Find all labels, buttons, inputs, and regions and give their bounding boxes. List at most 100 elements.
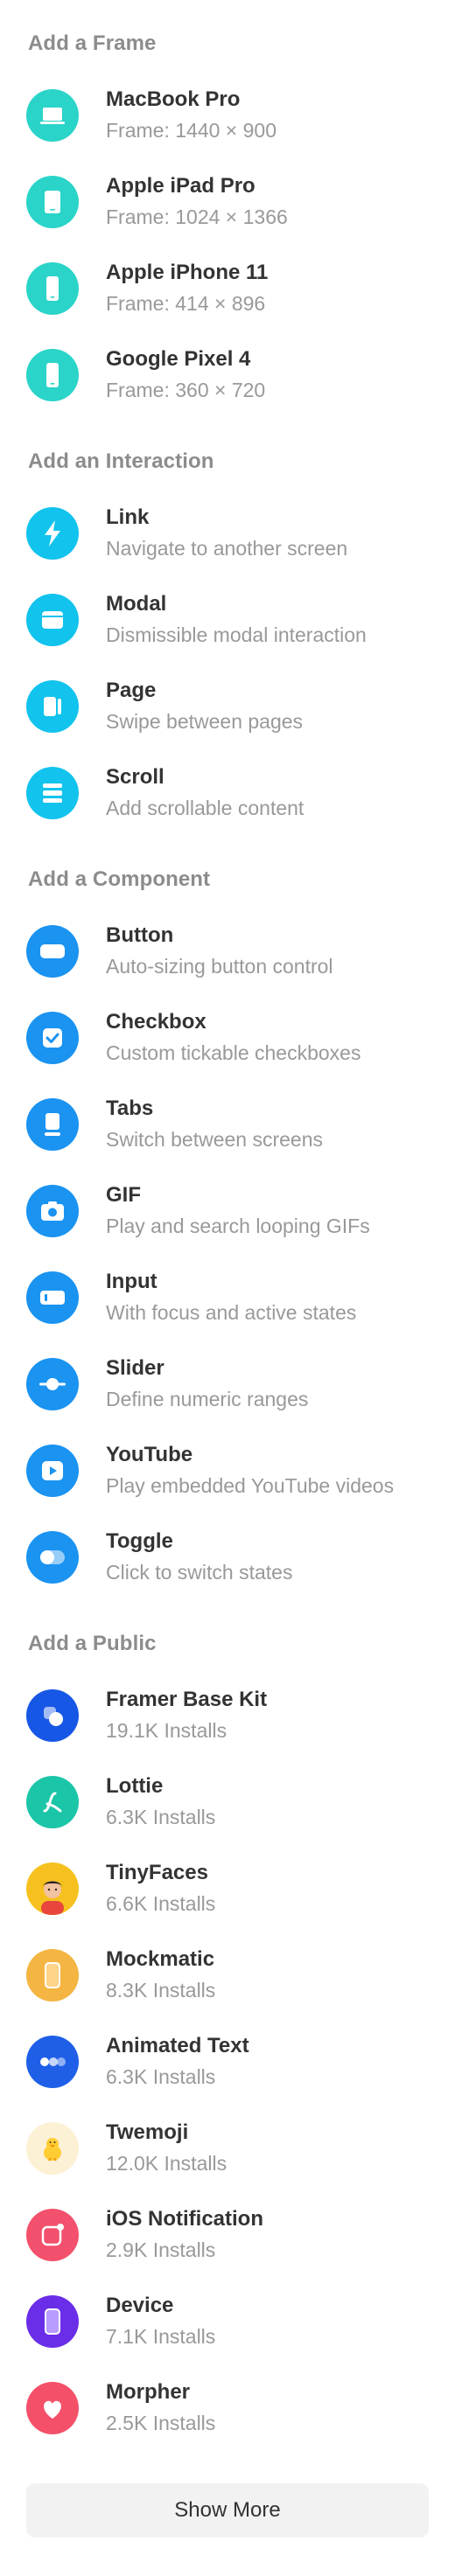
item-subtitle: 8.3K Installs (106, 1979, 216, 2002)
item-title: Animated Text (106, 2034, 249, 2057)
public-item-animated-text[interactable]: Animated Text 6.3K Installs (0, 2034, 455, 2114)
item-subtitle: Navigate to another screen (106, 537, 348, 560)
section-title-public: Add a Public (28, 1632, 157, 1655)
public-item-device[interactable]: Device 7.1K Installs (0, 2294, 455, 2374)
item-title: Apple iPad Pro (106, 174, 256, 198)
item-subtitle: Play embedded YouTube videos (106, 1474, 395, 1497)
item-title: Scroll (106, 765, 164, 789)
item-subtitle: 2.5K Installs (106, 2412, 216, 2434)
public-item-mockmatic[interactable]: Mockmatic 8.3K Installs (0, 1947, 455, 2028)
item-title: Lottie (106, 1774, 164, 1798)
item-title: Link (106, 505, 150, 529)
item-title: Slider (106, 1356, 164, 1380)
slider-icon (26, 1358, 79, 1410)
modal-icon (26, 594, 79, 646)
component-item-slider[interactable]: Slider Define numeric ranges (0, 1356, 455, 1437)
phone-icon (26, 262, 79, 315)
component-item-toggle[interactable]: Toggle Click to switch states (0, 1529, 455, 1610)
item-title: MacBook Pro (106, 87, 241, 111)
item-title: Toggle (106, 1529, 173, 1553)
frame-item-apple-iphone-11[interactable]: Apple iPhone 11 Frame: 414 × 896 (0, 261, 455, 341)
public-item-morpher[interactable]: Morpher 2.5K Installs (0, 2380, 455, 2461)
item-subtitle: Add scrollable content (106, 797, 304, 819)
item-title: YouTube (106, 1443, 193, 1466)
public-item-tinyfaces[interactable]: TinyFaces 6.6K Installs (0, 1861, 455, 1941)
item-title: TinyFaces (106, 1861, 208, 1884)
item-title: Google Pixel 4 (106, 347, 251, 371)
interaction-item-link[interactable]: Link Navigate to another screen (0, 505, 455, 586)
mockmatic-icon (26, 1949, 79, 2002)
animated-text-icon (26, 2036, 79, 2088)
item-subtitle: Switch between screens (106, 1128, 324, 1151)
item-title: Page (106, 679, 157, 702)
item-title: Mockmatic (106, 1947, 215, 1971)
component-item-youtube[interactable]: YouTube Play embedded YouTube videos (0, 1443, 455, 1523)
item-title: Morpher (106, 2380, 190, 2404)
item-title: Framer Base Kit (106, 1688, 268, 1711)
component-item-button[interactable]: Button Auto-sizing button control (0, 923, 455, 1004)
tablet-icon (26, 176, 79, 228)
input-icon (26, 1271, 79, 1324)
item-subtitle: With focus and active states (106, 1301, 357, 1324)
component-item-checkbox[interactable]: Checkbox Custom tickable checkboxes (0, 1010, 455, 1090)
interaction-item-scroll[interactable]: Scroll Add scrollable content (0, 765, 455, 846)
item-title: Device (106, 2294, 174, 2317)
item-title: Apple iPhone 11 (106, 261, 269, 284)
lightning-icon (26, 507, 79, 560)
item-subtitle: Frame: 1440 × 900 (106, 119, 276, 142)
item-subtitle: Dismissible modal interaction (106, 623, 367, 646)
item-subtitle: Frame: 414 × 896 (106, 292, 266, 315)
frame-item-apple-ipad-pro[interactable]: Apple iPad Pro Frame: 1024 × 1366 (0, 174, 455, 254)
ios-notification-icon (26, 2209, 79, 2261)
play-icon (26, 1445, 79, 1497)
lottie-icon (26, 1776, 79, 1828)
item-subtitle: 6.3K Installs (106, 1806, 216, 1828)
component-item-gif[interactable]: GIF Play and search looping GIFs (0, 1183, 455, 1264)
item-subtitle: Frame: 1024 × 1366 (106, 205, 288, 228)
button-icon (26, 925, 79, 978)
pages-icon (26, 680, 79, 733)
public-item-twemoji[interactable]: Twemoji 12.0K Installs (0, 2120, 455, 2201)
item-subtitle: 6.6K Installs (106, 1892, 216, 1915)
public-item-framer-base-kit[interactable]: Framer Base Kit 19.1K Installs (0, 1688, 455, 1768)
section-title-frames: Add a Frame (28, 31, 157, 55)
framer-base-kit-icon (26, 1689, 79, 1742)
scroll-icon (26, 767, 79, 819)
toggle-icon (26, 1531, 79, 1584)
heart-icon (26, 2382, 79, 2434)
item-title: Modal (106, 592, 167, 616)
public-item-lottie[interactable]: Lottie 6.3K Installs (0, 1774, 455, 1855)
item-subtitle: Swipe between pages (106, 710, 304, 733)
phone-icon (26, 349, 79, 401)
show-more-button[interactable]: Show More (26, 2483, 429, 2538)
frame-item-macbook-pro[interactable]: MacBook Pro Frame: 1440 × 900 (0, 87, 455, 168)
item-subtitle: Define numeric ranges (106, 1388, 309, 1410)
component-item-tabs[interactable]: Tabs Switch between screens (0, 1097, 455, 1177)
item-subtitle: 2.9K Installs (106, 2238, 216, 2261)
item-subtitle: Frame: 360 × 720 (106, 379, 266, 401)
section-title-interactions: Add an Interaction (28, 449, 214, 473)
tabs-icon (26, 1098, 79, 1151)
item-title: GIF (106, 1183, 141, 1207)
item-subtitle: 7.1K Installs (106, 2325, 216, 2348)
item-subtitle: Click to switch states (106, 1561, 293, 1584)
component-item-input[interactable]: Input With focus and active states (0, 1270, 455, 1350)
item-subtitle: Play and search looping GIFs (106, 1215, 370, 1237)
insert-panel: Add a Frame MacBook Pro Frame: 1440 × 90… (0, 0, 455, 2576)
public-item-ios-notification[interactable]: iOS Notification 2.9K Installs (0, 2207, 455, 2287)
tinyfaces-icon (26, 1862, 79, 1915)
item-subtitle: 12.0K Installs (106, 2152, 228, 2175)
checkbox-icon (26, 1012, 79, 1064)
item-subtitle: Auto-sizing button control (106, 955, 333, 978)
item-title: Input (106, 1270, 158, 1293)
laptop-icon (26, 89, 79, 142)
twemoji-chick-icon (26, 2122, 79, 2175)
item-title: Twemoji (106, 2120, 189, 2144)
frame-item-google-pixel-4[interactable]: Google Pixel 4 Frame: 360 × 720 (0, 347, 455, 428)
item-title: Tabs (106, 1097, 154, 1120)
item-title: iOS Notification (106, 2207, 263, 2231)
interaction-item-page[interactable]: Page Swipe between pages (0, 679, 455, 759)
item-title: Button (106, 923, 174, 947)
interaction-item-modal[interactable]: Modal Dismissible modal interaction (0, 592, 455, 672)
item-subtitle: 6.3K Installs (106, 2065, 216, 2088)
